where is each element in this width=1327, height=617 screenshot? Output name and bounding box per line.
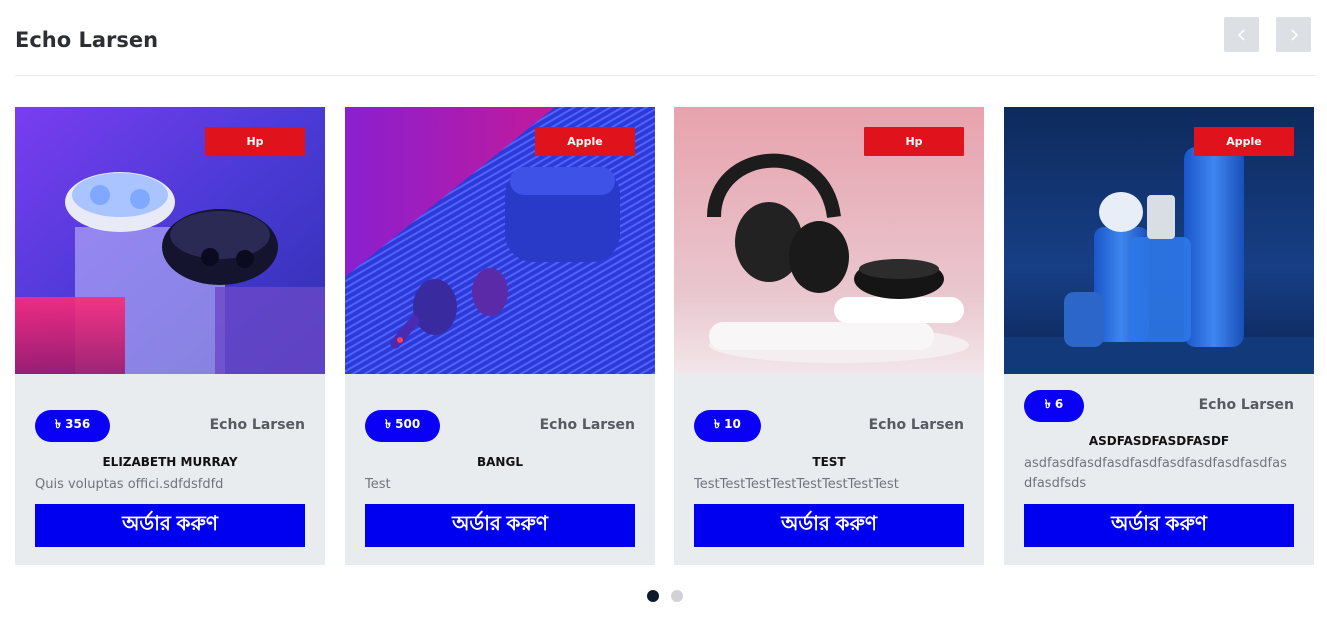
section-header: Echo Larsen — [15, 14, 1315, 76]
chevron-right-icon — [1290, 28, 1298, 41]
product-card[interactable]: Apple ৳ 500 Echo Larsen BANGL Test অর্ডা… — [345, 107, 655, 565]
carousel-prev-button[interactable] — [1224, 17, 1259, 52]
pagination-dot-2[interactable] — [671, 590, 683, 602]
seller-name: Echo Larsen — [539, 417, 635, 433]
order-button[interactable]: অর্ডার করুণ — [35, 504, 305, 547]
section-title: Echo Larsen — [15, 28, 159, 52]
seller-name: Echo Larsen — [209, 417, 305, 433]
seller-name: Echo Larsen — [868, 417, 964, 433]
product-name[interactable]: BANGL — [365, 455, 635, 469]
brand-badge: Hp — [864, 127, 964, 156]
price-pill: ৳ 6 — [1024, 390, 1084, 422]
product-image[interactable]: Apple — [345, 107, 655, 374]
product-carousel: Hp ৳ 356 Echo Larsen ELIZABETH MURRAY Qu… — [15, 107, 1315, 565]
pagination-dot-1[interactable] — [647, 590, 659, 602]
product-name[interactable]: TEST — [694, 455, 964, 469]
chevron-left-icon — [1237, 28, 1245, 41]
product-name[interactable]: ELIZABETH MURRAY — [35, 455, 305, 469]
brand-badge: Apple — [1194, 127, 1294, 156]
price-pill: ৳ 500 — [365, 410, 441, 442]
seller-name: Echo Larsen — [1198, 397, 1294, 413]
carousel-next-button[interactable] — [1276, 17, 1311, 52]
order-button[interactable]: অর্ডার করুণ — [365, 504, 635, 547]
product-description: Test — [365, 477, 391, 492]
order-button[interactable]: অর্ডার করুণ — [1024, 504, 1294, 547]
product-name[interactable]: ASDFASDFASDFASDF — [1024, 434, 1294, 448]
brand-badge: Hp — [205, 127, 305, 156]
price-pill: ৳ 356 — [35, 410, 111, 442]
price-pill: ৳ 10 — [694, 410, 761, 442]
brand-badge: Apple — [535, 127, 635, 156]
product-description: TestTestTestTestTestTestTestTest — [694, 477, 899, 492]
product-card[interactable]: Hp ৳ 10 Echo Larsen TEST TestTestTestTes… — [674, 107, 984, 565]
product-card[interactable]: Hp ৳ 356 Echo Larsen ELIZABETH MURRAY Qu… — [15, 107, 325, 565]
product-image[interactable]: Hp — [15, 107, 325, 374]
product-card[interactable]: Apple ৳ 6 Echo Larsen ASDFASDFASDFASDF a… — [1004, 107, 1314, 565]
product-description: Quis voluptas offici.sdfdsfdfd — [35, 477, 224, 492]
order-button[interactable]: অর্ডার করুণ — [694, 504, 964, 547]
product-image[interactable]: Apple — [1004, 107, 1314, 374]
product-description: asdfasdfasdfasdfasdfasdfasdfasdfasdfasdf… — [1024, 456, 1287, 491]
carousel-pagination — [647, 590, 683, 602]
product-image[interactable]: Hp — [674, 107, 984, 374]
